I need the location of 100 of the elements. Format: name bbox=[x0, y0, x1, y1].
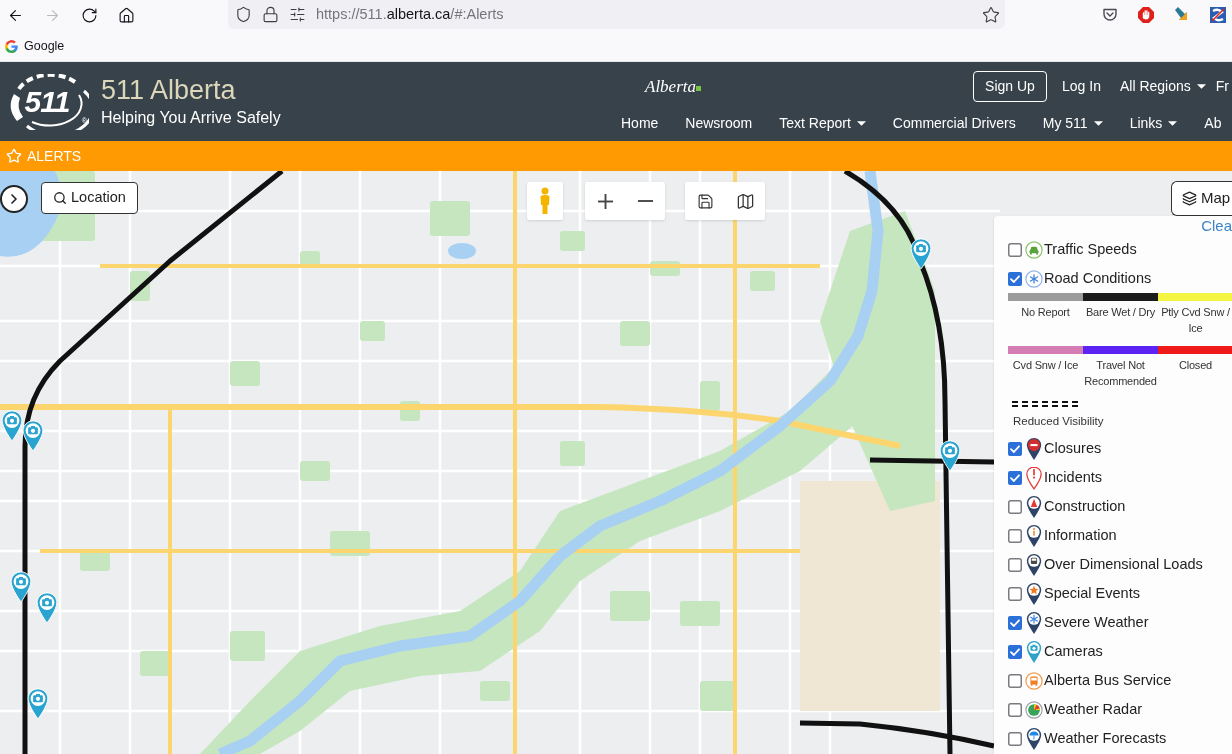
nav-link[interactable]: Home bbox=[621, 113, 659, 134]
condition-label: No Report bbox=[1020, 305, 1071, 320]
camera-pin-icon[interactable] bbox=[939, 440, 961, 472]
minus-icon bbox=[637, 200, 653, 202]
layer-label: Information bbox=[1044, 525, 1117, 545]
layer-checkbox[interactable] bbox=[1008, 499, 1022, 514]
clear-link[interactable]: Clea bbox=[1201, 216, 1232, 235]
layer-label: Alberta Bus Service bbox=[1044, 670, 1172, 690]
leaf-mark-icon bbox=[696, 86, 701, 91]
address-bar[interactable]: https://511.alberta.ca/#:Alerts bbox=[228, 0, 1005, 29]
government-logo[interactable]: Alberta bbox=[645, 78, 696, 95]
layers-icon bbox=[1182, 191, 1197, 206]
folded-map-icon bbox=[735, 191, 755, 211]
plus-icon bbox=[597, 193, 613, 209]
search-icon bbox=[53, 191, 67, 205]
sign-up-button[interactable]: Sign Up bbox=[973, 71, 1047, 102]
park-area bbox=[430, 201, 470, 236]
layer-label: Special Events bbox=[1044, 583, 1140, 603]
g-logo-icon bbox=[5, 40, 18, 53]
layer-checkbox[interactable] bbox=[1008, 615, 1022, 630]
layer-label: Weather Forecasts bbox=[1044, 728, 1167, 748]
shield-icon[interactable] bbox=[235, 6, 252, 23]
map-layers-button[interactable]: Map bbox=[1171, 181, 1232, 216]
reduced-visibility-label: Reduced Visibility bbox=[1013, 414, 1105, 428]
layer-checkbox[interactable] bbox=[1008, 586, 1022, 601]
nav-link[interactable]: Ab bbox=[1204, 113, 1222, 134]
park-area bbox=[750, 271, 775, 291]
park-area bbox=[300, 461, 330, 481]
park-area bbox=[700, 381, 720, 411]
bus-circle-icon bbox=[1025, 671, 1043, 690]
layer-checkbox[interactable] bbox=[1008, 702, 1022, 717]
layer-label: Incidents bbox=[1044, 467, 1103, 487]
truck-pin-icon bbox=[1026, 552, 1042, 577]
park-area bbox=[560, 231, 585, 251]
condition-label: Bare Wet / Dry bbox=[1084, 305, 1157, 320]
park-area bbox=[80, 551, 110, 571]
umbrella-pin-icon bbox=[1026, 726, 1042, 751]
camera-pin-icon[interactable] bbox=[22, 420, 44, 452]
park-area bbox=[680, 601, 720, 626]
camera-pin-icon[interactable] bbox=[910, 238, 932, 270]
star-icon bbox=[6, 148, 22, 164]
park-area bbox=[140, 651, 170, 676]
nav-link[interactable]: Commercial Drivers bbox=[892, 113, 1016, 134]
nav-link[interactable]: Text Report bbox=[779, 113, 866, 134]
layer-checkbox[interactable] bbox=[1008, 242, 1022, 257]
layer-label: Cameras bbox=[1044, 641, 1103, 661]
camera-pin-icon bbox=[1026, 639, 1042, 664]
layer-checkbox[interactable] bbox=[1008, 731, 1022, 746]
layer-label: Severe Weather bbox=[1044, 612, 1149, 632]
location-button[interactable]: Location bbox=[41, 182, 138, 214]
site-tagline: Helping You Arrive Safely bbox=[101, 108, 281, 128]
lock-icon[interactable] bbox=[262, 6, 279, 23]
layer-checkbox[interactable] bbox=[1008, 528, 1022, 543]
bookmark-link[interactable]: Google bbox=[5, 37, 65, 56]
star-pin-icon bbox=[1026, 581, 1042, 606]
header-link[interactable]: Fr bbox=[1215, 76, 1229, 97]
layer-label: Weather Radar bbox=[1044, 699, 1143, 719]
park-area bbox=[230, 631, 265, 661]
snowflake-circle-icon bbox=[1025, 269, 1043, 288]
layer-checkbox[interactable] bbox=[1008, 673, 1022, 688]
car-circle-icon bbox=[1025, 240, 1043, 259]
condition-label: Closed bbox=[1177, 358, 1213, 373]
layer-checkbox[interactable] bbox=[1008, 470, 1022, 485]
condition-label: Ptly Cvd Snw / Ice bbox=[1160, 305, 1231, 336]
person-icon bbox=[538, 187, 552, 215]
header-link[interactable]: Log In bbox=[1062, 76, 1101, 97]
nav-link[interactable]: Newsroom bbox=[685, 113, 753, 134]
chevron-badge-icon[interactable] bbox=[1102, 7, 1118, 23]
layer-checkbox[interactable] bbox=[1008, 271, 1022, 286]
lake bbox=[448, 243, 476, 259]
radar-circle-icon bbox=[1025, 700, 1043, 719]
stop-hand-icon[interactable] bbox=[1138, 7, 1154, 23]
region-dropdown[interactable]: All Regions bbox=[1119, 76, 1206, 97]
park-area bbox=[700, 681, 735, 711]
condition-label: Travel Not Recommended bbox=[1083, 358, 1158, 389]
nav-link[interactable]: Links bbox=[1129, 113, 1178, 134]
bookmark-star-icon[interactable] bbox=[982, 5, 1000, 24]
no-entry-pin-icon bbox=[1026, 436, 1042, 461]
nav-link[interactable]: My 511 bbox=[1042, 113, 1103, 134]
site-title: 511 Alberta bbox=[101, 75, 237, 105]
park-area bbox=[360, 321, 385, 341]
diagonal-arrow-icon[interactable] bbox=[1174, 7, 1190, 23]
info-pin-icon bbox=[1026, 523, 1042, 548]
cone-pin-icon bbox=[1026, 494, 1042, 519]
condition-label: Cvd Snw / Ice bbox=[1011, 358, 1080, 373]
layer-checkbox[interactable] bbox=[1008, 441, 1022, 456]
park-area bbox=[620, 321, 650, 346]
exclamation-pin-icon bbox=[1026, 465, 1042, 490]
camera-pin-icon[interactable] bbox=[10, 571, 32, 603]
park-area bbox=[560, 441, 585, 466]
park-area bbox=[480, 681, 510, 701]
extension-tile-icon[interactable] bbox=[1210, 7, 1226, 23]
reload-icon[interactable] bbox=[81, 6, 98, 24]
layer-checkbox[interactable] bbox=[1008, 644, 1022, 659]
layer-checkbox[interactable] bbox=[1008, 557, 1022, 572]
park-area bbox=[230, 361, 260, 386]
permissions-icon[interactable] bbox=[289, 6, 306, 23]
url-field[interactable]: https://511.alberta.ca/#:Alerts bbox=[316, 3, 504, 26]
home-icon[interactable] bbox=[118, 6, 135, 24]
layer-label: Construction bbox=[1044, 496, 1126, 516]
